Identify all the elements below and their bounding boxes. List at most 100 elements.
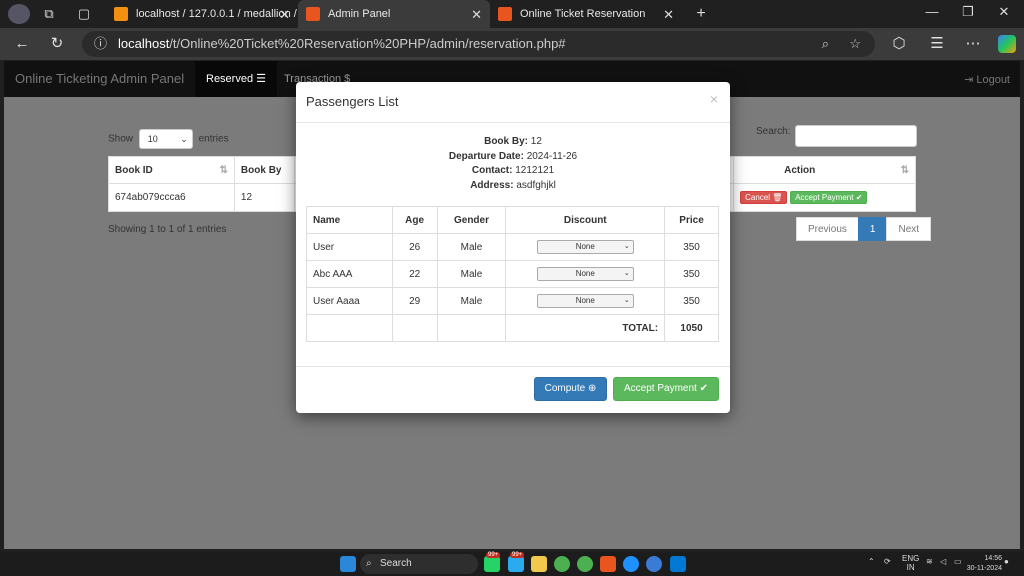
battery-icon[interactable]: ▭ (954, 557, 962, 566)
address-line: Address: asdfghjkl (296, 179, 730, 194)
phpmyadmin-icon (114, 7, 128, 21)
navbar-brand[interactable]: Online Ticketing Admin Panel (15, 71, 184, 86)
discount-cell: None ⌄ (505, 260, 666, 288)
logout-link[interactable]: ⇥ Logout (964, 73, 1010, 86)
chevron-up-icon[interactable]: ⌃ (868, 557, 875, 566)
favorites-icon[interactable]: ☰ (928, 35, 946, 53)
whatsapp-icon[interactable] (484, 556, 500, 572)
entries-label: entries (198, 133, 229, 145)
wifi-icon[interactable]: ≋ (926, 557, 933, 566)
copilot-taskbar-icon[interactable] (646, 556, 662, 572)
nav-reserved[interactable]: Reserved ☰ (195, 61, 278, 97)
booking-info: Book By: 12 Departure Date: 2024-11-26 C… (296, 135, 730, 193)
browser-tab-bar: ⧉ ▢ localhost / 127.0.0.1 / medallion / … (0, 0, 1024, 28)
plus-circle-icon: ⊕ (587, 383, 597, 394)
chrome-icon[interactable] (554, 556, 570, 572)
table-info: Showing 1 to 1 of 1 entries (108, 224, 227, 235)
new-tab-icon[interactable]: + (692, 5, 710, 23)
extensions-icon[interactable]: ⬡ (890, 35, 908, 53)
zoom-icon[interactable]: ⌕ (822, 31, 829, 57)
pagination-next[interactable]: Next (886, 217, 932, 241)
site-info-icon[interactable]: ⓘ (94, 31, 107, 57)
passenger-price: 350 (664, 233, 719, 261)
close-tab-icon[interactable]: ✕ (279, 7, 290, 23)
accept-payment-modal-button[interactable]: Accept Payment ✔ (613, 377, 719, 401)
col-price: Price (664, 206, 719, 234)
more-menu-icon[interactable]: ⋯ (964, 35, 982, 53)
close-tab-icon[interactable]: ✕ (471, 7, 482, 23)
col-label: Action (784, 164, 816, 176)
pagination-previous[interactable]: Previous (796, 217, 859, 241)
col-book-by[interactable]: Book By (233, 156, 295, 184)
telegram-icon[interactable] (508, 556, 524, 572)
total-label: TOTAL: (505, 314, 666, 342)
tab-label: Online Ticket Reservation (520, 8, 646, 20)
passengers-table: Name Age Gender Discount Price User 26 M… (306, 206, 719, 342)
notification-badge: 99+ (510, 552, 525, 558)
trash-icon: 🗑 (772, 193, 783, 202)
back-icon[interactable]: ← (13, 35, 31, 53)
tab-online-ticket[interactable]: Online Ticket Reservation ✕ (490, 0, 682, 28)
total-value: 1050 (664, 314, 719, 342)
refresh-icon[interactable]: ↻ (48, 35, 66, 53)
chrome-profile-icon[interactable] (577, 556, 593, 572)
restore-icon[interactable]: ❐ (958, 4, 978, 20)
discount-value: None (575, 269, 595, 278)
pagination-page-1[interactable]: 1 (857, 217, 888, 241)
logout-icon: ⇥ (964, 74, 974, 86)
col-book-id[interactable]: Book ID ⇅ (108, 156, 235, 184)
cancel-label: Cancel (745, 193, 771, 202)
modal-title: Passengers List (306, 94, 399, 109)
workspaces-icon[interactable]: ⧉ (40, 5, 58, 23)
date: 30-11-2024 (966, 565, 1002, 572)
file-explorer-icon[interactable] (531, 556, 547, 572)
book-by-value: 12 (530, 136, 542, 147)
discount-select[interactable]: None ⌄ (536, 267, 634, 281)
xampp-icon (498, 7, 512, 21)
cell-action: Cancel 🗑 Accept Payment ✔ (733, 183, 916, 212)
tab-label: Admin Panel (328, 8, 391, 20)
accept-payment-button[interactable]: Accept Payment ✔ (790, 191, 868, 204)
discount-select[interactable]: None ⌄ (536, 240, 634, 254)
total-row: TOTAL: 1050 (306, 314, 719, 342)
passenger-gender: Male (436, 233, 507, 261)
col-action[interactable]: Action ⇅ (733, 156, 916, 184)
discount-select[interactable]: None ⌄ (536, 294, 634, 308)
close-icon[interactable]: × (710, 91, 718, 107)
copilot-icon[interactable] (998, 35, 1016, 53)
address-bar[interactable]: ⓘ localhost/t/Online%20Ticket%20Reservat… (82, 31, 875, 57)
tab-phpmyadmin[interactable]: localhost / 127.0.0.1 / medallion / ✕ (106, 0, 298, 28)
taskbar-search[interactable]: ⌕ Search (360, 554, 478, 574)
contact-value: 1212121 (515, 165, 555, 176)
minimize-icon[interactable]: — (922, 4, 942, 19)
search-input[interactable] (795, 125, 917, 147)
book-by-line: Book By: 12 (296, 135, 730, 150)
tab-admin-panel[interactable]: Admin Panel ✕ (298, 0, 490, 28)
passenger-name: Abc AAA (306, 260, 393, 288)
profile-avatar[interactable] (8, 4, 30, 24)
page-length-select[interactable]: 10 ⌄ (138, 129, 193, 149)
chevron-down-icon: ⌄ (623, 297, 630, 304)
clock[interactable]: 14:56 30-11-2024 (967, 554, 1002, 574)
start-icon[interactable] (340, 556, 356, 572)
volume-icon[interactable]: ◁ (940, 557, 946, 566)
xampp-taskbar-icon[interactable] (600, 556, 616, 572)
passenger-age: 26 (391, 233, 438, 261)
compute-button[interactable]: Compute ⊕ (534, 377, 607, 401)
passenger-age: 22 (391, 260, 438, 288)
departure-label: Departure Date: (448, 150, 524, 162)
edge-icon[interactable] (623, 556, 639, 572)
notification-bell-icon[interactable]: ● (1004, 557, 1009, 566)
empty-cell (391, 314, 438, 342)
tab-actions-icon[interactable]: ▢ (75, 5, 93, 23)
empty-cell (436, 314, 507, 342)
vscode-icon[interactable] (670, 556, 686, 572)
language-indicator[interactable]: ENG IN (902, 554, 919, 572)
col-label: Book ID (115, 164, 153, 176)
favorite-star-icon[interactable]: ☆ (849, 31, 861, 57)
close-window-icon[interactable]: ✕ (994, 4, 1014, 20)
search-label: Search: (756, 126, 791, 137)
search-icon: ⌕ (366, 558, 372, 569)
close-tab-icon[interactable]: ✕ (663, 7, 674, 23)
cancel-button[interactable]: Cancel 🗑 (740, 191, 788, 204)
